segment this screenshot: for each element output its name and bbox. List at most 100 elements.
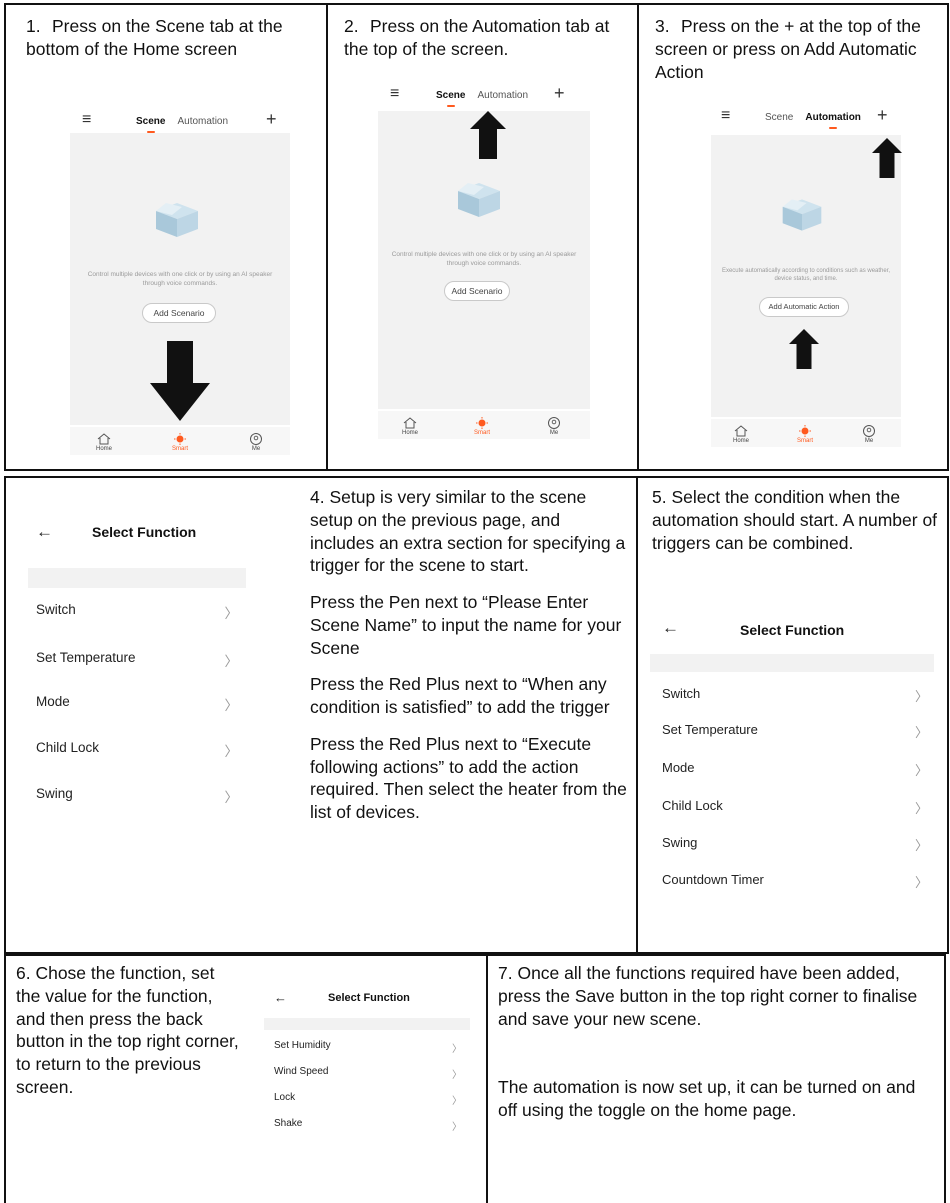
step-5-text: 5. Select the condition when the automat…	[652, 487, 938, 553]
list-item[interactable]: Lock 〉	[264, 1092, 470, 1107]
list-item[interactable]: Set Temperature 〉	[28, 650, 246, 670]
add-automatic-action-button[interactable]: Add Automatic Action	[759, 297, 849, 317]
up-arrow-icon	[470, 111, 506, 159]
step-5-panel: 5. Select the condition when the automat…	[636, 476, 949, 954]
step-4-action: Press the Red Plus next to “Execute foll…	[310, 733, 627, 822]
list-item[interactable]: Switch 〉	[650, 686, 934, 705]
list-item[interactable]: Mode 〉	[28, 694, 246, 714]
select-function-screen-b: ← Select Function Switch 〉 Set Temperatur…	[650, 608, 934, 898]
scene-description: Control multiple devices with one click …	[391, 251, 577, 267]
step-7-done: The automation is now set up, it can be …	[498, 1077, 916, 1120]
nav-me[interactable]: Me	[849, 425, 889, 444]
bottom-nav: Home Smart Me	[378, 411, 590, 439]
list-item[interactable]: Countdown Timer 〉	[650, 872, 934, 891]
step-2-panel: 2. Press on the Automation tab at the top…	[326, 3, 639, 471]
step-7-text: 7. Once all the functions required have …	[498, 962, 938, 1122]
step-4-pen: Press the Pen next to “Please Enter Scen…	[310, 592, 622, 658]
me-icon	[250, 433, 262, 445]
step-2-text: 2. Press on the Automation tab at the top…	[344, 16, 610, 59]
plus-icon[interactable]: +	[266, 109, 277, 130]
tab-bar: Scene Automation	[765, 112, 861, 129]
add-scenario-button[interactable]: Add Scenario	[142, 303, 216, 323]
plus-icon[interactable]: +	[877, 105, 888, 126]
chevron-right-icon: 〉	[224, 698, 239, 713]
tab-scene[interactable]: Scene	[436, 90, 465, 107]
menu-icon[interactable]: ≡	[721, 107, 730, 125]
list-item[interactable]: Set Temperature 〉	[650, 722, 934, 741]
box-icon	[782, 199, 822, 231]
step-7-panel: 7. Once all the functions required have …	[486, 954, 946, 1203]
back-arrow-icon[interactable]: ←	[274, 990, 287, 1005]
list-item[interactable]: Set Humidity 〉	[264, 1040, 470, 1055]
tab-automation[interactable]: Automation	[477, 90, 528, 101]
chevron-right-icon: 〉	[224, 790, 239, 805]
list-item[interactable]: Swing 〉	[650, 835, 934, 854]
me-icon	[863, 425, 875, 437]
step-1-text: 1. Press on the Scene tab at the bottom o…	[26, 16, 283, 59]
nav-me[interactable]: Me	[534, 417, 574, 436]
list-item[interactable]: Swing 〉	[28, 786, 246, 806]
step-4-text: 4. Setup is very similar to the scene se…	[310, 486, 628, 824]
chevron-right-icon: 〉	[224, 606, 239, 621]
nav-smart[interactable]: Smart	[160, 433, 200, 452]
chevron-right-icon: 〉	[224, 744, 239, 759]
smart-icon	[476, 417, 488, 429]
me-icon	[548, 417, 560, 429]
back-arrow-icon[interactable]: ←	[36, 522, 53, 542]
nav-home[interactable]: Home	[721, 425, 761, 444]
chevron-right-icon: 〉	[452, 1044, 462, 1055]
box-icon	[156, 203, 198, 237]
step-1-panel: 1. Press on the Scene tab at the bottom o…	[4, 3, 328, 471]
bottom-nav: Home Smart Me	[711, 419, 901, 447]
add-scenario-button[interactable]: Add Scenario	[444, 281, 510, 301]
list-item[interactable]: Mode 〉	[650, 760, 934, 779]
chevron-right-icon: 〉	[914, 689, 928, 704]
nav-home[interactable]: Home	[390, 417, 430, 436]
nav-smart[interactable]: Smart	[462, 417, 502, 436]
header-band	[28, 568, 246, 588]
up-arrow-icon-add-action	[789, 329, 819, 369]
step-4-panel: ← Select Function Switch 〉 Set Temperatur…	[4, 476, 638, 954]
select-function-screen-c: ← Select Function Set Humidity 〉 Wind Spe…	[264, 976, 470, 1156]
home-icon	[734, 425, 748, 437]
tab-automation[interactable]: Automation	[177, 116, 228, 127]
chevron-right-icon: 〉	[452, 1096, 462, 1107]
step-7-save: 7. Once all the functions required have …	[498, 963, 918, 1029]
tab-automation[interactable]: Automation	[805, 112, 861, 129]
step-4-intro: 4. Setup is very similar to the scene se…	[310, 487, 626, 576]
automation-description: Execute automatically according to condi…	[721, 268, 891, 283]
step-6-panel: 6. Chose the function, set the value for…	[4, 954, 488, 1203]
select-function-title: Select Function	[328, 992, 410, 1004]
scene-description: Control multiple devices with one click …	[87, 271, 273, 287]
back-arrow-icon[interactable]: ←	[662, 618, 679, 638]
smart-icon	[799, 425, 811, 437]
tab-bar: Scene Automation	[136, 116, 228, 133]
chevron-right-icon: 〉	[452, 1070, 462, 1081]
select-function-screen-a: ← Select Function Switch 〉 Set Temperatur…	[28, 508, 246, 828]
header-band	[264, 1018, 470, 1030]
nav-smart[interactable]: Smart	[785, 425, 825, 444]
smart-icon	[174, 433, 186, 445]
menu-icon[interactable]: ≡	[390, 85, 399, 103]
up-arrow-icon-plus	[872, 138, 902, 178]
tab-scene[interactable]: Scene	[136, 116, 165, 133]
select-function-title: Select Function	[740, 622, 845, 638]
plus-icon[interactable]: +	[554, 83, 565, 104]
header-band	[650, 654, 934, 672]
tab-scene[interactable]: Scene	[765, 112, 793, 123]
menu-icon[interactable]: ≡	[82, 111, 91, 129]
chevron-right-icon: 〉	[914, 875, 928, 890]
list-item[interactable]: Child Lock 〉	[28, 740, 246, 760]
chevron-right-icon: 〉	[452, 1122, 462, 1133]
list-item[interactable]: Child Lock 〉	[650, 798, 934, 817]
nav-me[interactable]: Me	[236, 433, 276, 452]
nav-home[interactable]: Home	[84, 433, 124, 452]
chevron-right-icon: 〉	[914, 801, 928, 816]
list-item[interactable]: Switch 〉	[28, 602, 246, 622]
select-function-title: Select Function	[92, 524, 197, 540]
list-item[interactable]: Wind Speed 〉	[264, 1066, 470, 1081]
step-3-panel: 3. Press on the + at the top of the scree…	[637, 3, 949, 471]
step-3-text: 3. Press on the + at the top of the scree…	[655, 16, 921, 82]
tab-bar: Scene Automation	[436, 90, 528, 107]
list-item[interactable]: Shake 〉	[264, 1118, 470, 1133]
